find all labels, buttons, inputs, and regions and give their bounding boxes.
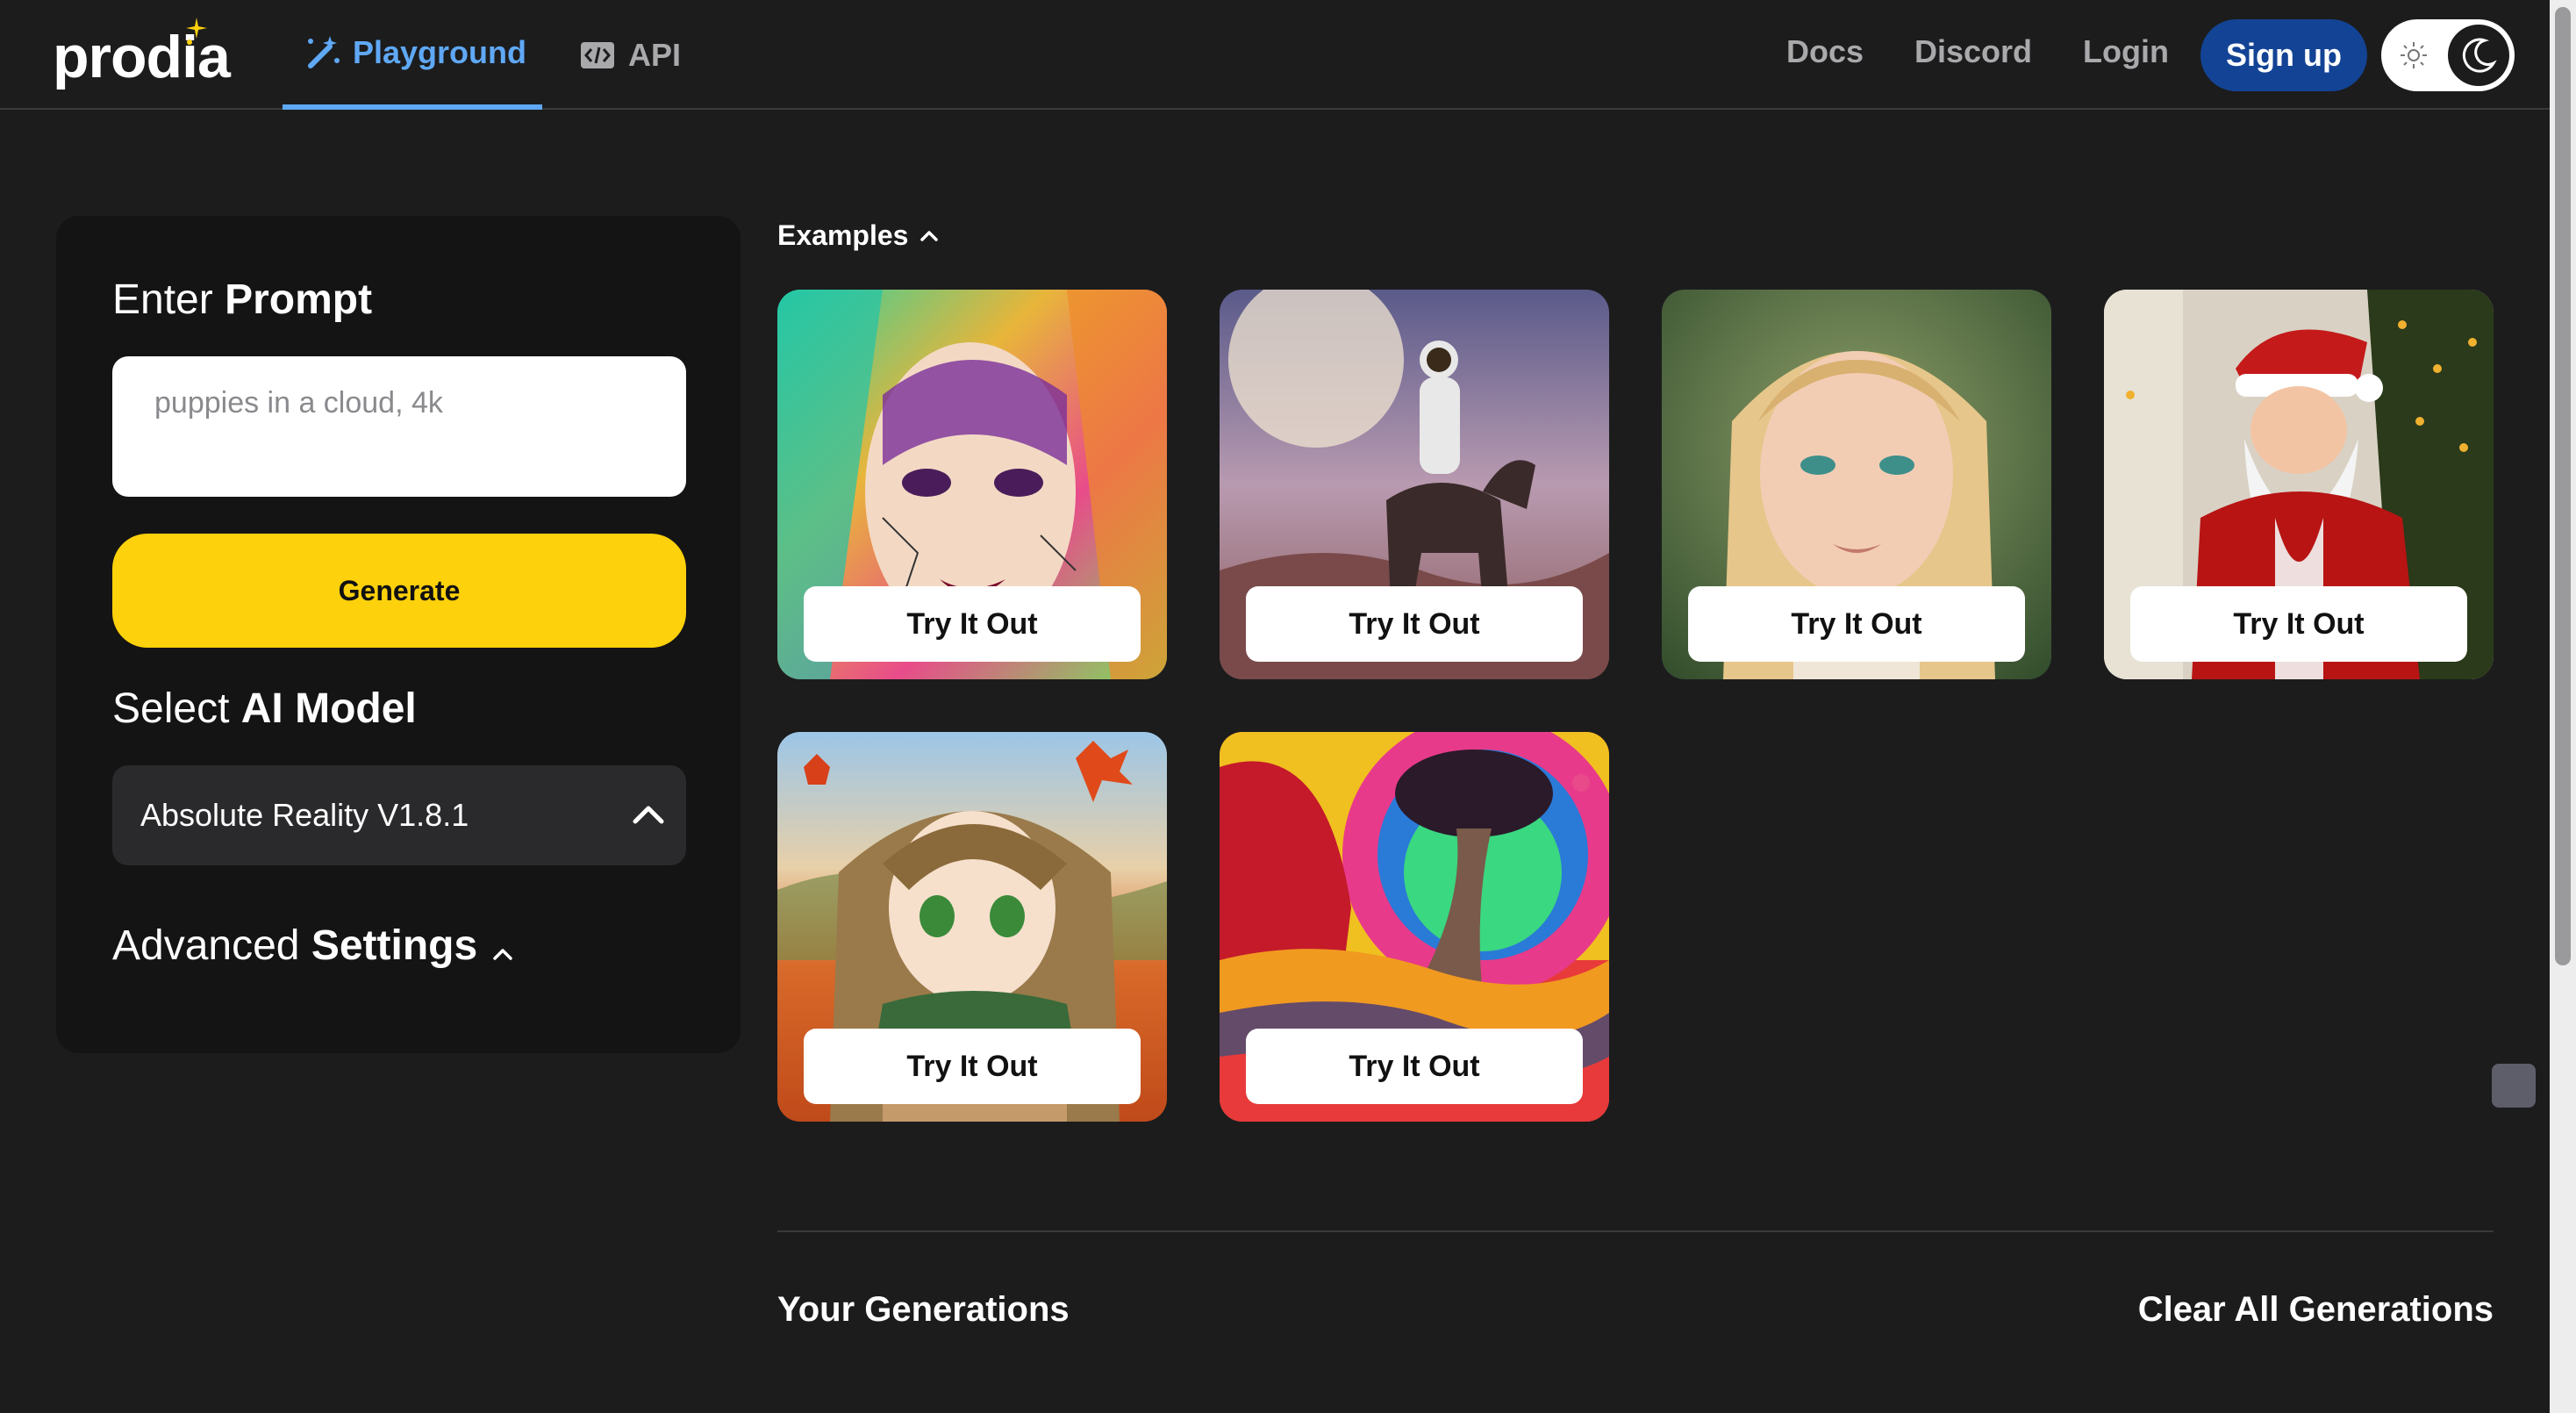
- try-it-out-button[interactable]: Try It Out: [1246, 1029, 1583, 1104]
- example-card[interactable]: Try It Out: [777, 290, 1167, 679]
- try-it-out-button[interactable]: Try It Out: [1688, 586, 2025, 662]
- scrollbar-thumb[interactable]: [2555, 7, 2571, 965]
- try-it-out-button[interactable]: Try It Out: [804, 586, 1141, 662]
- tab-playground-label: Playground: [353, 33, 527, 70]
- divider: [777, 1230, 2494, 1232]
- page: prodia Playground API Docs Discord Login…: [0, 0, 2576, 1413]
- docs-link[interactable]: Docs: [1786, 33, 1864, 70]
- moon-icon: [2462, 38, 2497, 73]
- tab-api-label: API: [628, 36, 682, 73]
- login-link[interactable]: Login: [2083, 33, 2169, 70]
- prompt-heading: Enter Prompt: [112, 276, 373, 323]
- tab-playground[interactable]: Playground: [283, 0, 542, 110]
- chevron-up-icon: [633, 806, 664, 824]
- try-it-out-button[interactable]: Try It Out: [1246, 586, 1583, 662]
- sparkle-icon: [186, 18, 207, 45]
- prompt-panel: Enter Prompt puppies in a cloud, 4k Gene…: [56, 216, 741, 1053]
- prompt-input[interactable]: puppies in a cloud, 4k: [112, 356, 686, 497]
- advanced-settings-toggle[interactable]: Advanced Settings: [112, 922, 477, 970]
- tab-api[interactable]: API: [579, 0, 681, 110]
- signup-button[interactable]: Sign up: [2200, 19, 2367, 91]
- chat-widget-icon[interactable]: [2492, 1064, 2536, 1108]
- generations-title: Your Generations: [777, 1290, 1070, 1329]
- clear-generations-button[interactable]: Clear All Generations: [2138, 1290, 2494, 1330]
- generate-button[interactable]: Generate: [112, 534, 686, 648]
- magic-wand-icon: [308, 35, 340, 68]
- chevron-up-icon: [493, 949, 512, 960]
- model-heading: Select AI Model: [112, 685, 417, 732]
- model-select-value: Absolute Reality V1.8.1: [140, 797, 469, 833]
- code-icon: [581, 41, 614, 68]
- example-card[interactable]: Try It Out: [1220, 290, 1609, 679]
- example-card[interactable]: Try It Out: [1662, 290, 2051, 679]
- example-card[interactable]: Try It Out: [1220, 732, 1609, 1122]
- example-card[interactable]: Try It Out: [777, 732, 1167, 1122]
- try-it-out-button[interactable]: Try It Out: [2130, 586, 2467, 662]
- example-card[interactable]: Try It Out: [2104, 290, 2494, 679]
- discord-link[interactable]: Discord: [1914, 33, 2032, 70]
- theme-toggle[interactable]: [2381, 19, 2515, 91]
- try-it-out-button[interactable]: Try It Out: [804, 1029, 1141, 1104]
- top-nav: prodia Playground API Docs Discord Login…: [0, 0, 2550, 110]
- chevron-up-icon: [920, 230, 939, 241]
- examples-toggle[interactable]: Examples: [777, 219, 941, 252]
- model-select[interactable]: Absolute Reality V1.8.1: [112, 765, 686, 865]
- sun-icon: [2401, 42, 2427, 68]
